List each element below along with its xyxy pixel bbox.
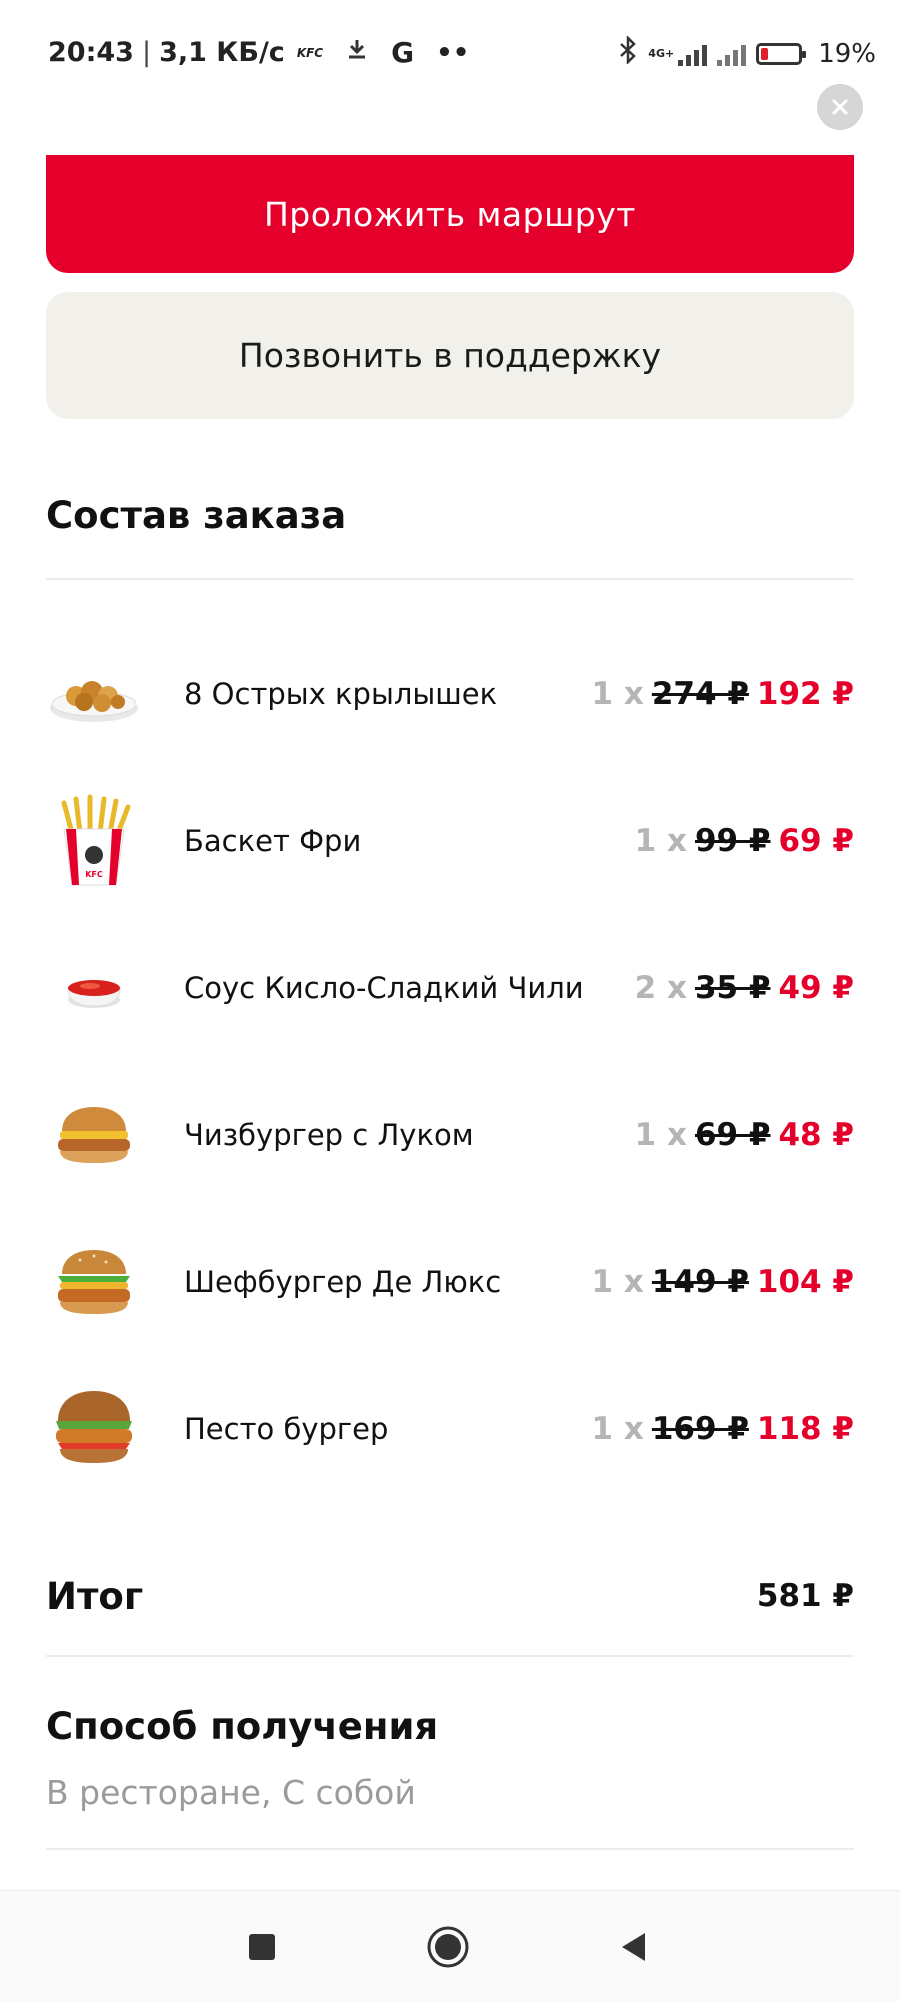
order-title: Состав заказа: [46, 494, 347, 537]
item-old-price: 69 ₽: [694, 1117, 771, 1153]
status-left: 20:43 | 3,1 КБ/с KFC G ••: [48, 36, 469, 69]
item-price: 1 x 274 ₽ 192 ₽: [591, 676, 854, 712]
home-button[interactable]: [418, 1917, 478, 1977]
order-item: Соус Кисло-Сладкий Чили 2 x 35 ₽ 49 ₽: [46, 928, 854, 1048]
item-quantity: 2 x: [634, 970, 687, 1006]
item-new-price: 49 ₽: [778, 970, 854, 1006]
fries-basket-icon: KFC: [46, 793, 142, 889]
google-icon: G: [391, 36, 415, 69]
status-time: 20:43: [48, 37, 134, 68]
close-icon: [831, 98, 849, 116]
divider: [46, 578, 854, 580]
item-price: 1 x 99 ₽ 69 ₽: [635, 823, 854, 859]
network-type: 4G+: [648, 47, 675, 60]
item-quantity: 1 x: [634, 823, 687, 859]
item-new-price: 104 ₽: [756, 1264, 854, 1300]
item-old-price: 169 ₽: [651, 1411, 749, 1447]
status-speed: 3,1 КБ/с: [159, 37, 285, 68]
more-notifications-icon: ••: [436, 37, 470, 68]
item-quantity: 1 x: [591, 1264, 644, 1300]
item-quantity: 1 x: [591, 676, 644, 712]
back-triangle-icon: [622, 1933, 645, 1961]
order-item: 8 Острых крылышек 1 x 274 ₽ 192 ₽: [46, 634, 854, 754]
item-quantity: 1 x: [591, 1411, 644, 1447]
item-price: 1 x 69 ₽ 48 ₽: [635, 1117, 854, 1153]
item-new-price: 69 ₽: [778, 823, 854, 859]
item-old-price: 274 ₽: [651, 676, 749, 712]
chefburger-icon: [46, 1234, 142, 1330]
system-nav-bar: [0, 1890, 900, 2001]
item-price: 1 x 169 ₽ 118 ₽: [591, 1411, 854, 1447]
item-new-price: 192 ₽: [756, 676, 854, 712]
item-old-price: 149 ₽: [651, 1264, 749, 1300]
order-item: KFC Баскет Фри 1 x 99 ₽ 69 ₽: [46, 781, 854, 901]
kfc-badge: KFC: [296, 45, 324, 60]
item-name: Песто бургер: [184, 1412, 389, 1446]
download-icon: [345, 37, 369, 68]
item-name: 8 Острых крылышек: [184, 677, 498, 711]
item-old-price: 99 ₽: [694, 823, 771, 859]
order-item: Шефбургер Де Люкс 1 x 149 ₽ 104 ₽: [46, 1222, 854, 1342]
signal-sim1-icon: [678, 42, 708, 66]
wings-icon: [46, 646, 142, 742]
item-old-price: 35 ₽: [694, 970, 771, 1006]
call-support-button[interactable]: Позвонить в поддержку: [46, 292, 854, 419]
square-icon: [249, 1934, 275, 1960]
total-label: Итог: [46, 1575, 144, 1618]
order-item: Песто бургер 1 x 169 ₽ 118 ₽: [46, 1369, 854, 1489]
divider: [46, 1655, 854, 1657]
pickup-method-title: Способ получения: [46, 1705, 439, 1748]
battery-icon: [756, 42, 807, 65]
item-name: Баскет Фри: [184, 824, 362, 858]
item-name: Соус Кисло-Сладкий Чили: [184, 971, 584, 1005]
item-quantity: 1 x: [634, 1117, 687, 1153]
battery-level: [761, 47, 769, 60]
item-price: 2 x 35 ₽ 49 ₽: [635, 970, 854, 1006]
sauce-icon: [46, 940, 142, 1036]
status-separator: |: [141, 37, 152, 68]
back-button[interactable]: [604, 1917, 664, 1977]
recents-button[interactable]: [232, 1917, 292, 1977]
home-circle-icon: [427, 1926, 469, 1968]
battery-percent: 19%: [818, 38, 876, 69]
item-new-price: 48 ₽: [778, 1117, 854, 1153]
item-new-price: 118 ₽: [756, 1411, 854, 1447]
pickup-method-value: В ресторане, С собой: [46, 1773, 416, 1812]
item-name: Шефбургер Де Люкс: [184, 1265, 502, 1299]
cheeseburger-icon: [46, 1087, 142, 1183]
order-item: Чизбургер с Луком 1 x 69 ₽ 48 ₽: [46, 1075, 854, 1195]
close-button[interactable]: [817, 84, 863, 130]
build-route-button[interactable]: Проложить маршрут: [46, 155, 854, 273]
item-price: 1 x 149 ₽ 104 ₽: [591, 1264, 854, 1300]
item-name: Чизбургер с Луком: [184, 1118, 474, 1152]
status-bar: 20:43 | 3,1 КБ/с KFC G •• 4G+ 19%: [0, 0, 900, 110]
svg-text:KFC: KFC: [85, 870, 103, 879]
pesto-burger-icon: [46, 1381, 142, 1477]
divider: [46, 1848, 854, 1850]
total-value: 581 ₽: [756, 1578, 854, 1614]
bluetooth-icon: [618, 34, 638, 71]
status-right: 4G+ 19%: [618, 34, 876, 71]
signal-sim2-icon: [717, 42, 747, 66]
